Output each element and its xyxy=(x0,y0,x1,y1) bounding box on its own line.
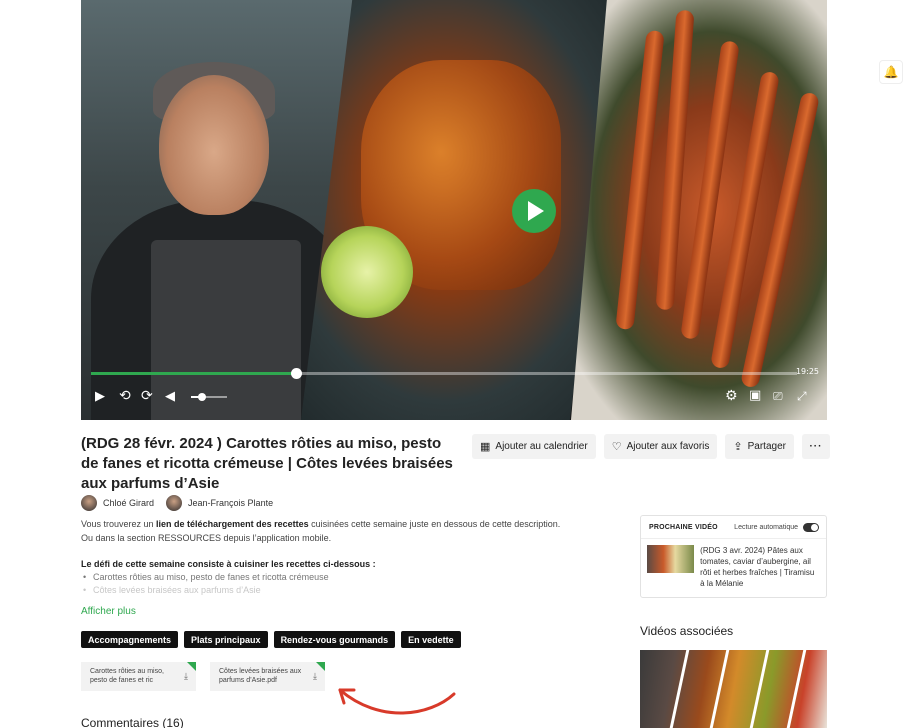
share-icon: ⇪ xyxy=(733,441,743,453)
file-download-cotes-levees[interactable]: Côtes levées braisées aux parfums d’Asie… xyxy=(210,662,325,691)
download-icon: ⤓ xyxy=(184,671,188,681)
author-chloe[interactable]: Chloé Girard xyxy=(81,495,154,511)
tag-plats-principaux[interactable]: Plats principaux xyxy=(184,631,268,648)
avatar xyxy=(81,495,97,511)
challenge-item: Carottes rôties au miso, pesto de fanes … xyxy=(81,571,571,584)
tag-accompagnements[interactable]: Accompagnements xyxy=(81,631,179,648)
challenge-heading: Le défi de cette semaine consiste à cuis… xyxy=(81,559,376,569)
progress-knob[interactable] xyxy=(290,368,302,379)
autoplay-label: Lecture automatique xyxy=(734,524,798,531)
video-title: (RDG 28 févr. 2024 ) Carottes rôties au … xyxy=(81,434,461,494)
tag-en-vedette[interactable]: En vedette xyxy=(401,631,461,648)
share-button[interactable]: ⇪ Partager xyxy=(725,434,794,459)
related-video-thumbnail[interactable] xyxy=(640,650,827,728)
thumbnail-divider xyxy=(669,650,690,728)
page: 19:25 ▶ ⟲ ⟳ ◀ ⚙ ▣ ⎚ ⤢ 🔔 (RDG 28 févr. 20… xyxy=(0,0,910,728)
toggle-knob xyxy=(811,524,818,531)
file-name: Côtes levées braisées aux parfums d’Asie… xyxy=(219,668,302,684)
play-icon[interactable]: ▶ xyxy=(95,389,105,405)
play-button[interactable] xyxy=(512,189,556,233)
play-icon xyxy=(528,201,544,221)
next-video-card[interactable]: PROCHAINE VIDÉO Lecture automatique (RDG… xyxy=(640,515,827,598)
more-options-button[interactable]: ··· xyxy=(801,434,830,459)
chef-face xyxy=(159,75,269,215)
progress-fill xyxy=(91,372,296,375)
cast-icon[interactable]: ⎚ xyxy=(773,388,783,404)
authors: Chloé Girard Jean-François Plante xyxy=(81,495,273,511)
volume-knob[interactable] xyxy=(197,393,206,401)
author-jean-francois[interactable]: Jean-François Plante xyxy=(166,495,273,511)
file-name: Carottes rôties au miso, pesto de fanes … xyxy=(90,668,164,684)
comments-heading: Commentaires (16) xyxy=(81,716,184,728)
video-thumbnail-carrots xyxy=(571,0,827,420)
fullscreen-icon[interactable]: ⤢ xyxy=(797,388,807,404)
file-corner xyxy=(187,662,196,671)
next-video-body: (RDG 3 avr. 2024) Pâtes aux tomates, cav… xyxy=(641,539,826,589)
challenge-item: Côtes levées braisées aux parfums d’Asie xyxy=(81,584,571,597)
video-actions: ▦ Ajouter au calendrier ♡ Ajouter aux fa… xyxy=(472,434,830,459)
next-video-thumbnail[interactable] xyxy=(647,545,695,573)
add-to-favorites-label: Ajouter aux favoris xyxy=(626,441,710,452)
autoplay-toggle[interactable] xyxy=(803,523,819,532)
heart-icon: ♡ xyxy=(611,441,622,453)
calendar-icon: ▦ xyxy=(480,441,491,453)
video-player[interactable]: 19:25 ▶ ⟲ ⟳ ◀ ⚙ ▣ ⎚ ⤢ xyxy=(81,0,827,420)
avatar xyxy=(166,495,183,511)
thumbnail-divider xyxy=(709,650,730,728)
forward-10-icon[interactable]: ⟳ xyxy=(141,388,153,404)
notification-bell-button[interactable]: 🔔 xyxy=(879,60,903,84)
add-to-favorites-button[interactable]: ♡ Ajouter aux favoris xyxy=(603,434,718,459)
volume-icon[interactable]: ◀ xyxy=(165,389,175,405)
thumbnail-divider xyxy=(749,650,770,728)
download-icon: ⤓ xyxy=(313,671,317,681)
bell-icon: 🔔 xyxy=(883,65,899,79)
share-label: Partager xyxy=(747,441,786,452)
add-to-calendar-button[interactable]: ▦ Ajouter au calendrier xyxy=(472,434,596,459)
autoplay-control[interactable]: Lecture automatique xyxy=(734,523,819,532)
more-icon: ··· xyxy=(809,441,823,452)
show-more-link[interactable]: Afficher plus xyxy=(81,606,136,617)
video-title-date: (RDG 28 févr. 2024 ) xyxy=(81,435,222,452)
tag-rendez-vous-gourmands[interactable]: Rendez-vous gourmands xyxy=(273,631,396,648)
volume-slider[interactable] xyxy=(191,393,227,401)
challenge-section: Le défi de cette semaine consiste à cuis… xyxy=(81,558,571,597)
related-videos-heading: Vidéos associées xyxy=(640,624,734,638)
thumbnail-divider xyxy=(786,650,807,728)
add-to-calendar-label: Ajouter au calendrier xyxy=(495,441,588,452)
recipe-files: Carottes rôties au miso, pesto de fanes … xyxy=(81,662,325,691)
lime-image xyxy=(321,226,413,318)
tags: Accompagnements Plats principaux Rendez-… xyxy=(81,631,461,648)
time-total: 19:25 xyxy=(795,367,819,376)
video-thumbnail-ribs xyxy=(301,0,621,420)
video-description: Vous trouverez un lien de téléchargement… xyxy=(81,517,571,545)
author-name: Jean-François Plante xyxy=(188,498,274,508)
gear-icon[interactable]: ⚙ xyxy=(725,388,738,404)
rewind-10-icon[interactable]: ⟲ xyxy=(119,388,131,404)
picture-in-picture-icon[interactable]: ▣ xyxy=(749,388,761,404)
next-video-header: PROCHAINE VIDÉO Lecture automatique xyxy=(641,516,826,539)
annotation-arrow xyxy=(338,688,456,715)
file-download-carottes[interactable]: Carottes rôties au miso, pesto de fanes … xyxy=(81,662,196,691)
description-bold: lien de téléchargement des recettes xyxy=(156,519,309,529)
next-video-label: PROCHAINE VIDÉO xyxy=(649,524,718,531)
challenge-list: Carottes rôties au miso, pesto de fanes … xyxy=(81,571,571,597)
author-name: Chloé Girard xyxy=(103,498,155,508)
description-part1: Vous trouverez un xyxy=(81,519,157,529)
progress-bar[interactable] xyxy=(91,368,797,379)
next-video-title[interactable]: (RDG 3 avr. 2024) Pâtes aux tomates, cav… xyxy=(700,545,820,589)
file-corner xyxy=(316,662,325,671)
